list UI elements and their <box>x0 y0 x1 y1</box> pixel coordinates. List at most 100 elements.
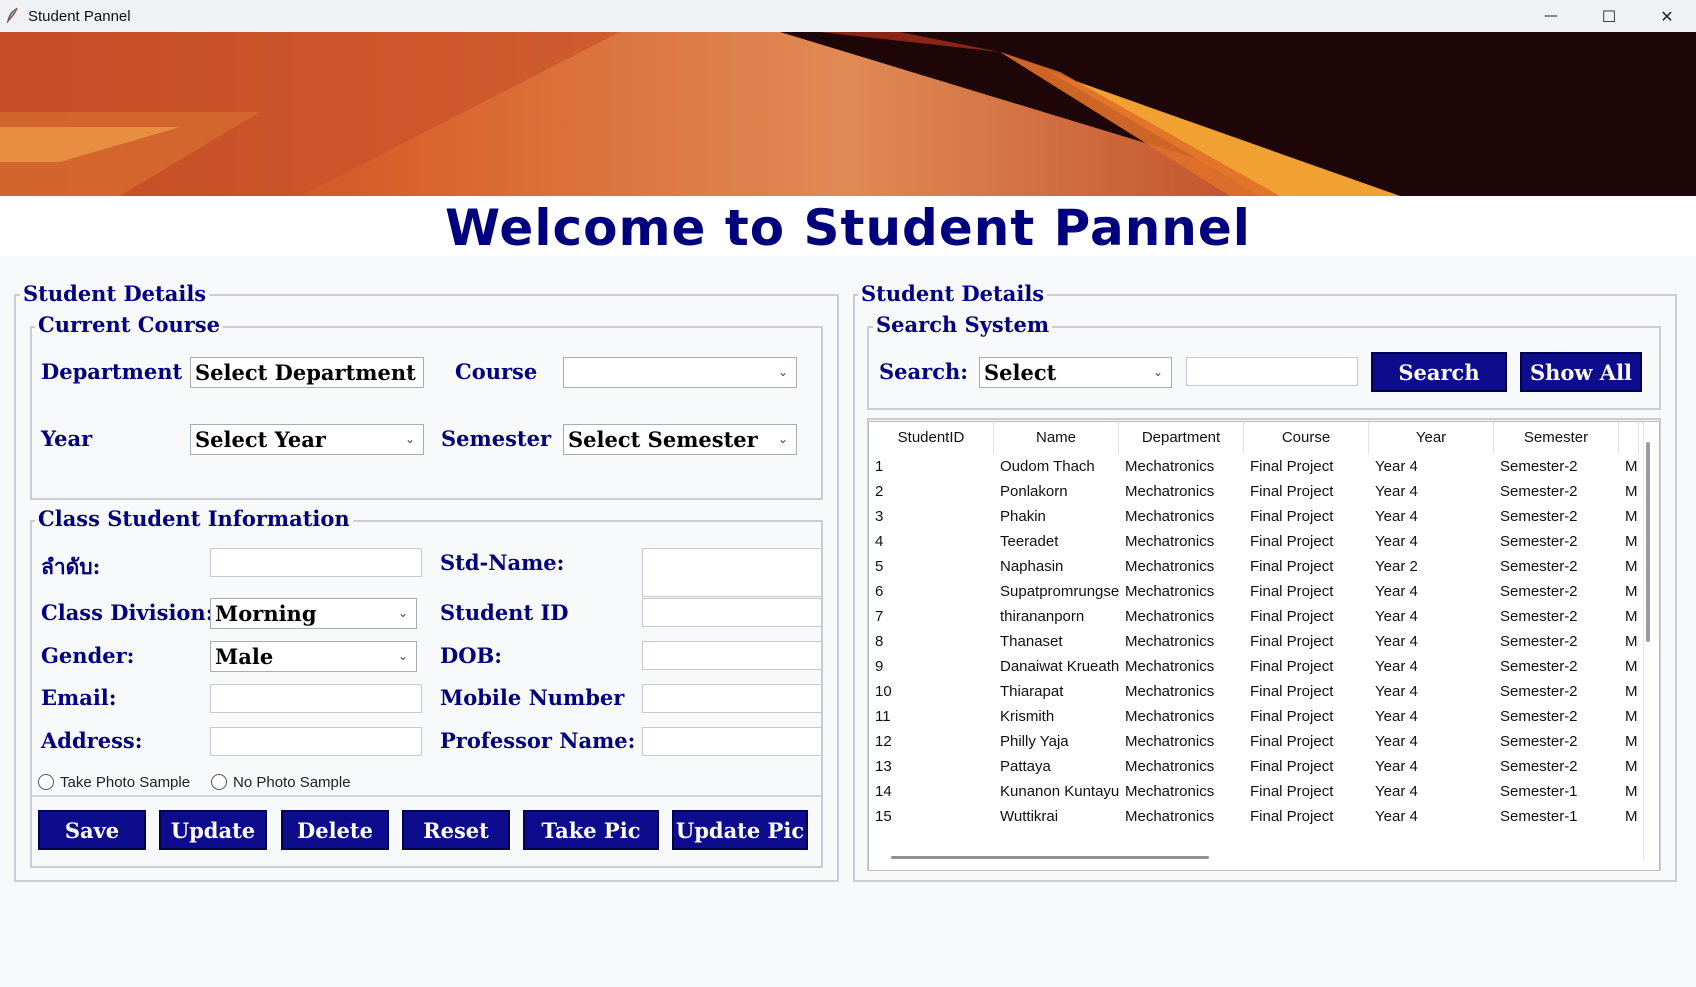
search-system-title: Search System <box>873 313 1053 337</box>
gender-select[interactable]: Male ⌄ <box>210 641 417 672</box>
cell-course: Final Project <box>1250 683 1334 700</box>
column-header-semester[interactable]: Semester <box>1494 422 1619 454</box>
take-pic-button[interactable]: Take Pic <box>523 810 659 850</box>
cell-semester: Semester-2 <box>1500 683 1578 700</box>
cell-semester: Semester-2 <box>1500 583 1578 600</box>
horizontal-scrollbar-thumb[interactable] <box>891 856 1209 859</box>
address-label: Address: <box>41 728 143 753</box>
minimize-button[interactable]: — <box>1522 0 1580 32</box>
minimize-icon: — <box>1544 8 1558 24</box>
no-photo-radio[interactable]: No Photo Sample <box>211 770 351 794</box>
cell-course: Final Project <box>1250 708 1334 725</box>
cell-truncated: M <box>1625 558 1638 575</box>
cell-department: Mechatronics <box>1125 583 1215 600</box>
cell-semester: Semester-1 <box>1500 783 1578 800</box>
cell-name: Philly Yaja <box>1000 733 1069 750</box>
table-row[interactable]: 9 Danaiwat Krueath Mechatronics Final Proje… <box>869 654 1639 679</box>
table-row[interactable]: 14 Kunanon Kuntayu Mechatronics Final Proje… <box>869 779 1639 804</box>
table-row[interactable]: 8 Thanaset Mechatronics Final Project Year 4… <box>869 629 1639 654</box>
email-input[interactable] <box>210 684 422 713</box>
std-name-input[interactable] <box>642 548 822 597</box>
class-division-select[interactable]: Morning ⌄ <box>210 598 417 629</box>
cell-truncated: M <box>1625 583 1638 600</box>
cell-department: Mechatronics <box>1125 633 1215 650</box>
chevron-down-icon: ⌄ <box>404 432 415 446</box>
table-row[interactable]: 7 thirananporn Mechatronics Final Project Ye… <box>869 604 1639 629</box>
table-row[interactable]: 4 Teeradet Mechatronics Final Project Year 4… <box>869 529 1639 554</box>
search-by-select[interactable]: Select ⌄ <box>979 357 1172 388</box>
close-button[interactable]: ✕ <box>1638 0 1696 32</box>
cell-studentid: 3 <box>875 508 884 525</box>
column-header-year[interactable]: Year <box>1369 422 1494 454</box>
column-header-course[interactable]: Course <box>1244 422 1369 454</box>
cell-semester: Semester-2 <box>1500 708 1578 725</box>
cell-year: Year 4 <box>1375 633 1418 650</box>
cell-name: thirananporn <box>1000 608 1085 625</box>
cell-course: Final Project <box>1250 533 1334 550</box>
cell-course: Final Project <box>1250 658 1334 675</box>
cell-truncated: M <box>1625 808 1638 825</box>
maximize-button[interactable]: ☐ <box>1580 0 1638 32</box>
cell-year: Year 4 <box>1375 683 1418 700</box>
delete-button[interactable]: Delete <box>281 810 389 850</box>
table-row[interactable]: 13 Pattaya Mechatronics Final Project Year 4… <box>869 754 1639 779</box>
cell-semester: Semester-2 <box>1500 483 1578 500</box>
left-panel-title: Student Details <box>20 282 210 306</box>
cell-course: Final Project <box>1250 458 1334 475</box>
column-header-name[interactable]: Name <box>994 422 1119 454</box>
take-photo-radio[interactable]: Take Photo Sample <box>38 770 190 794</box>
cell-name: Ponlakorn <box>1000 483 1068 500</box>
student-table[interactable]: StudentID Name Department Course Year Se… <box>868 421 1660 871</box>
update-pic-button[interactable]: Update Pic <box>672 810 808 850</box>
year-label: Year <box>41 426 93 451</box>
table-row[interactable]: 12 Philly Yaja Mechatronics Final Project Ye… <box>869 729 1639 754</box>
cell-name: Phakin <box>1000 508 1046 525</box>
cell-semester: Semester-2 <box>1500 733 1578 750</box>
table-row[interactable]: 1 Oudom Thach Mechatronics Final Project Yea… <box>869 454 1639 479</box>
cell-course: Final Project <box>1250 783 1334 800</box>
cell-truncated: M <box>1625 683 1638 700</box>
chevron-down-icon: ⌄ <box>777 432 788 446</box>
department-select[interactable]: Select Department ⌄ <box>190 357 424 388</box>
header-banner-image <box>0 32 1696 196</box>
column-header-truncated[interactable] <box>1619 422 1639 454</box>
page-title: Welcome to Student Pannel <box>445 199 1251 257</box>
column-header-department[interactable]: Department <box>1119 422 1244 454</box>
semester-select[interactable]: Select Semester ⌄ <box>563 424 797 455</box>
table-row[interactable]: 3 Phakin Mechatronics Final Project Year 4 Se… <box>869 504 1639 529</box>
course-select[interactable]: ⌄ <box>563 357 797 388</box>
table-row[interactable]: 5 Naphasin Mechatronics Final Project Year 2… <box>869 554 1639 579</box>
table-row[interactable]: 6 Supatpromrungse Mechatronics Final Projec… <box>869 579 1639 604</box>
cell-department: Mechatronics <box>1125 683 1215 700</box>
vertical-scrollbar-thumb[interactable] <box>1646 442 1650 642</box>
cell-semester: Semester-2 <box>1500 533 1578 550</box>
std-name-label: Std-Name: <box>440 550 565 575</box>
order-input[interactable] <box>210 548 422 577</box>
dob-input[interactable] <box>642 641 822 670</box>
show-all-button[interactable]: Show All <box>1520 352 1642 392</box>
search-input[interactable] <box>1186 357 1358 386</box>
search-label: Search: <box>879 359 969 384</box>
table-row[interactable]: 11 Krismith Mechatronics Final Project Year … <box>869 704 1639 729</box>
year-select[interactable]: Select Year ⌄ <box>190 424 424 455</box>
reset-button[interactable]: Reset <box>402 810 510 850</box>
cell-year: Year 4 <box>1375 758 1418 775</box>
professor-name-input[interactable] <box>642 727 822 756</box>
student-id-input[interactable] <box>642 598 822 627</box>
class-division-value: Morning <box>215 601 317 626</box>
cell-department: Mechatronics <box>1125 608 1215 625</box>
table-row[interactable]: 15 Wuttikrai Mechatronics Final Project Year… <box>869 804 1639 829</box>
cell-studentid: 8 <box>875 633 884 650</box>
save-button[interactable]: Save <box>38 810 146 850</box>
table-row[interactable]: 10 Thiarapat Mechatronics Final Project Year… <box>869 679 1639 704</box>
address-input[interactable] <box>210 727 422 756</box>
update-button[interactable]: Update <box>159 810 267 850</box>
year-select-value: Select Year <box>195 427 326 452</box>
column-header-studentid[interactable]: StudentID <box>869 422 994 454</box>
cell-department: Mechatronics <box>1125 708 1215 725</box>
cell-semester: Semester-2 <box>1500 558 1578 575</box>
search-button[interactable]: Search <box>1371 352 1507 392</box>
table-row[interactable]: 2 Ponlakorn Mechatronics Final Project Year … <box>869 479 1639 504</box>
mobile-number-input[interactable] <box>642 684 822 713</box>
cell-studentid: 11 <box>875 708 891 725</box>
